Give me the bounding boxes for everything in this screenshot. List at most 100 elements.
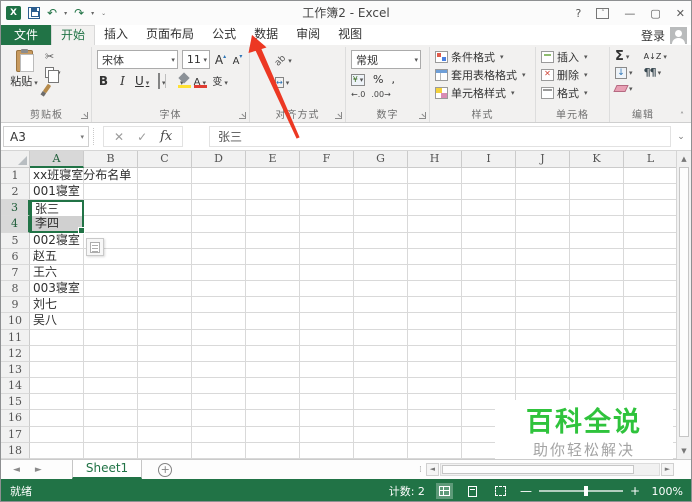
find-select-button[interactable]: ¶¶ xyxy=(644,65,671,80)
cell-D18[interactable] xyxy=(192,442,246,459)
zoom-in-icon[interactable]: + xyxy=(630,484,640,498)
cell-F12[interactable] xyxy=(300,345,354,362)
cell-F14[interactable] xyxy=(300,378,354,395)
sign-in[interactable]: 登录 xyxy=(641,25,687,45)
cell-A12[interactable] xyxy=(30,345,84,362)
cell-G11[interactable] xyxy=(354,329,408,346)
cell-J8[interactable] xyxy=(516,281,570,298)
tab-review[interactable]: 审阅 xyxy=(287,25,329,45)
cell-L1[interactable] xyxy=(624,168,678,185)
row-header-9[interactable]: 9 xyxy=(1,297,30,314)
cell-G16[interactable] xyxy=(354,410,408,427)
cell-A6[interactable]: 赵五 xyxy=(30,248,84,265)
format-cells-button[interactable]: 格式 xyxy=(541,84,604,101)
cell-C14[interactable] xyxy=(138,378,192,395)
cell-J7[interactable] xyxy=(516,264,570,282)
cell-E11[interactable] xyxy=(246,329,300,346)
row-header-14[interactable]: 14 xyxy=(1,378,30,395)
cell-G7[interactable] xyxy=(354,264,408,282)
cell-K10[interactable] xyxy=(570,313,624,330)
cell-I6[interactable] xyxy=(462,248,516,265)
sort-filter-button[interactable]: A↓Z xyxy=(644,49,671,64)
scroll-up-icon[interactable]: ▲ xyxy=(677,155,691,163)
row-header-2[interactable]: 2 xyxy=(1,184,30,201)
alignment-dialog-launcher-icon[interactable] xyxy=(335,112,342,119)
cell-D16[interactable] xyxy=(192,410,246,427)
cell-G17[interactable] xyxy=(354,426,408,443)
zoom-level[interactable]: 100% xyxy=(651,485,683,498)
format-painter-icon[interactable] xyxy=(42,82,61,95)
row-header-3[interactable]: 3 xyxy=(1,200,30,217)
row-header-11[interactable]: 11 xyxy=(1,329,30,346)
cell-G10[interactable] xyxy=(354,313,408,330)
row-header-8[interactable]: 8 xyxy=(1,281,30,298)
number-format-dropdown-icon[interactable]: ▾ xyxy=(414,56,418,64)
cell-C3[interactable] xyxy=(138,200,192,217)
cell-E12[interactable] xyxy=(246,345,300,362)
cell-F17[interactable] xyxy=(300,426,354,443)
bold-button[interactable]: B xyxy=(97,74,110,88)
cell-C18[interactable] xyxy=(138,442,192,459)
cell-H10[interactable] xyxy=(408,313,462,330)
cell-B17[interactable] xyxy=(84,426,138,443)
row-header-15[interactable]: 15 xyxy=(1,394,30,411)
column-header-I[interactable]: I xyxy=(462,151,516,168)
cell-D4[interactable] xyxy=(192,216,246,233)
autosum-button[interactable]: Σ xyxy=(615,49,637,64)
row-header-12[interactable]: 12 xyxy=(1,345,30,362)
tab-home[interactable]: 开始 xyxy=(51,25,96,45)
new-sheet-icon[interactable]: + xyxy=(158,462,173,477)
cell-I12[interactable] xyxy=(462,345,516,362)
collapse-ribbon-icon[interactable]: ˄ xyxy=(680,111,684,120)
cell-F3[interactable] xyxy=(300,200,354,217)
column-header-K[interactable]: K xyxy=(570,151,624,168)
cell-B7[interactable] xyxy=(84,264,138,282)
underline-button[interactable]: U xyxy=(135,74,149,88)
cell-I4[interactable] xyxy=(462,216,516,233)
cell-D13[interactable] xyxy=(192,361,246,379)
cell-K4[interactable] xyxy=(570,216,624,233)
shrink-font-button[interactable]: A▾ xyxy=(231,53,244,67)
cell-E13[interactable] xyxy=(246,361,300,379)
cell-L8[interactable] xyxy=(624,281,678,298)
scroll-right-icon[interactable]: ► xyxy=(661,463,674,476)
cell-C4[interactable] xyxy=(138,216,192,233)
cell-K3[interactable] xyxy=(570,200,624,217)
cell-J12[interactable] xyxy=(516,345,570,362)
cell-C1[interactable] xyxy=(138,168,192,185)
customize-qat-icon[interactable]: ⌄ xyxy=(101,10,106,17)
cell-G1[interactable] xyxy=(354,168,408,185)
cell-A4[interactable]: 李四 xyxy=(30,216,85,234)
cell-L12[interactable] xyxy=(624,345,678,362)
cell-J6[interactable] xyxy=(516,248,570,265)
cell-D6[interactable] xyxy=(192,248,246,265)
cell-L13[interactable] xyxy=(624,361,678,379)
column-header-H[interactable]: H xyxy=(408,151,462,168)
cell-C15[interactable] xyxy=(138,394,192,411)
cell-E17[interactable] xyxy=(246,426,300,443)
page-layout-view-icon[interactable] xyxy=(464,483,481,499)
cell-C6[interactable] xyxy=(138,248,192,265)
cell-H11[interactable] xyxy=(408,329,462,346)
cell-G6[interactable] xyxy=(354,248,408,265)
cell-D8[interactable] xyxy=(192,281,246,298)
cell-A7[interactable]: 王六 xyxy=(30,264,84,282)
cell-A5[interactable]: 002寝室 xyxy=(30,232,84,249)
cell-I14[interactable] xyxy=(462,378,516,395)
cell-B4[interactable] xyxy=(84,216,138,233)
cell-B18[interactable] xyxy=(84,442,138,459)
cell-G5[interactable] xyxy=(354,232,408,249)
cell-A3[interactable]: 张三 xyxy=(30,200,84,217)
merge-center-button[interactable]: ↔ xyxy=(273,72,291,90)
font-name-select[interactable]: 宋体 ▾ xyxy=(97,50,178,69)
cancel-entry-icon[interactable]: ✕ xyxy=(114,130,124,144)
row-header-13[interactable]: 13 xyxy=(1,361,30,379)
cell-E3[interactable] xyxy=(246,200,300,217)
cell-K7[interactable] xyxy=(570,264,624,282)
cell-C9[interactable] xyxy=(138,297,192,314)
align-top-button[interactable] xyxy=(255,57,259,61)
cell-F9[interactable] xyxy=(300,297,354,314)
cell-L3[interactable] xyxy=(624,200,678,217)
cell-H2[interactable] xyxy=(408,184,462,201)
cell-styles-button[interactable]: 单元格样式 xyxy=(435,84,530,101)
